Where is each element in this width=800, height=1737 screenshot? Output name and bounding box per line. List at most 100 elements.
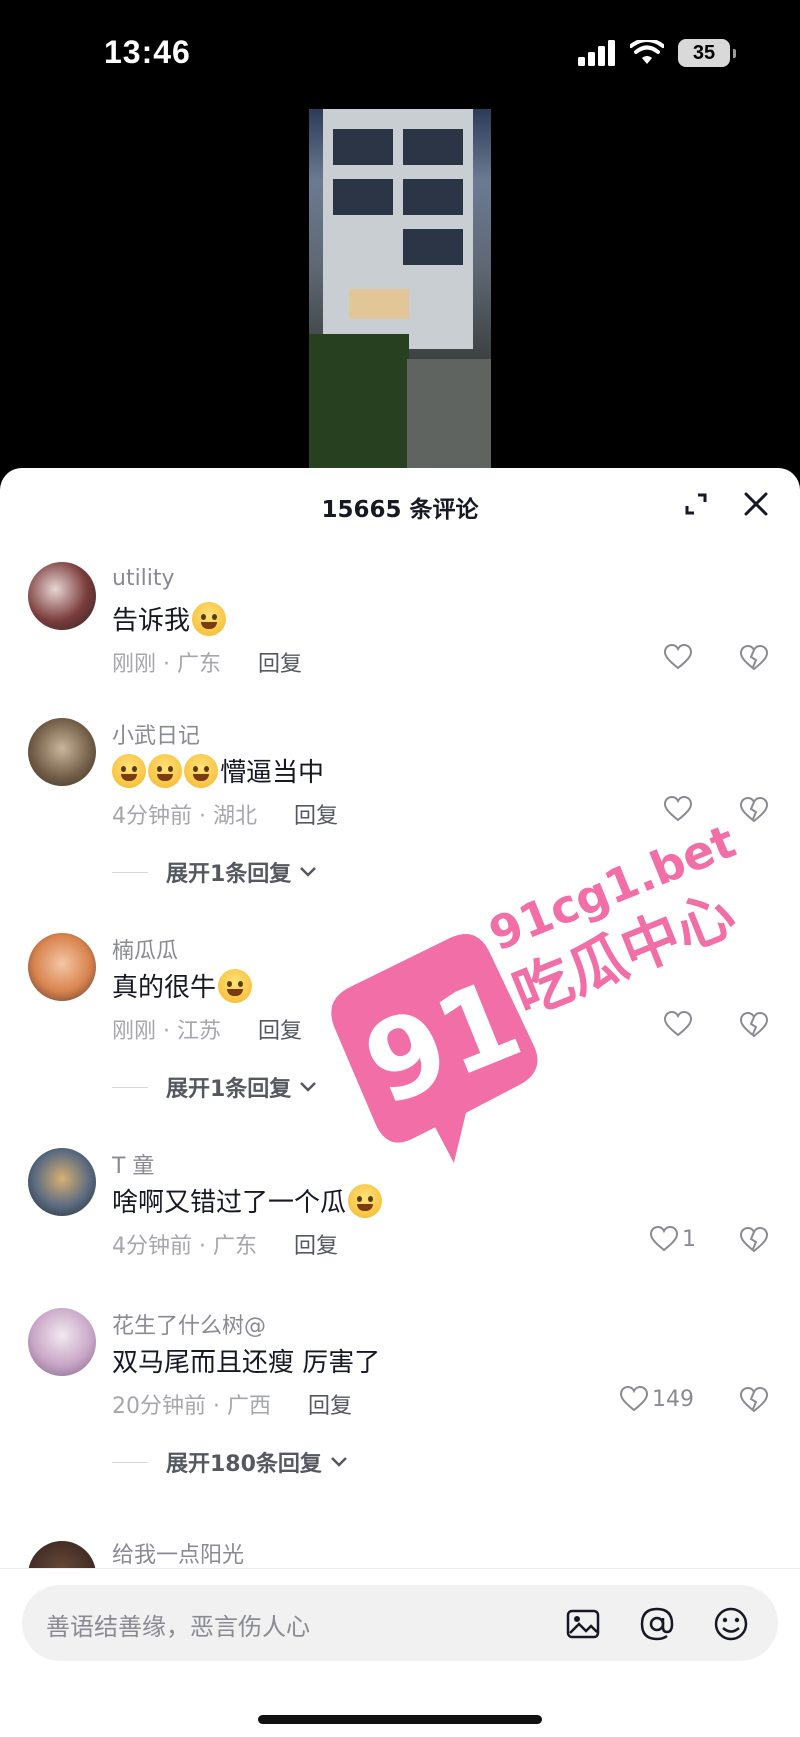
- comment-username[interactable]: utility: [112, 566, 175, 591]
- comment-text: 懵逼当中: [112, 752, 324, 789]
- dislike-icon[interactable]: [740, 796, 768, 824]
- chevron-down-icon: [331, 1457, 347, 1467]
- image-icon[interactable]: [564, 1605, 602, 1643]
- expand-replies-label: 展开180条回复: [166, 1452, 322, 1477]
- comment-item: 楠瓜瓜 真的很牛 刚刚 · 江苏 回复 展开1条回复: [0, 923, 800, 1103]
- like-count: 149: [652, 1386, 694, 1412]
- status-time: 13:46: [104, 34, 191, 70]
- like-button[interactable]: 1: [650, 1226, 696, 1252]
- like-button[interactable]: [664, 1011, 692, 1037]
- comment-text-content: 懵逼当中: [220, 758, 325, 788]
- like-button[interactable]: [664, 644, 692, 670]
- video-window: [333, 129, 393, 165]
- video-hedge: [309, 334, 409, 469]
- dislike-icon[interactable]: [740, 1011, 768, 1039]
- crying-face-emoji-icon: [348, 1183, 383, 1218]
- comment-username[interactable]: 楠瓜瓜: [112, 933, 178, 965]
- comment-meta: 4分钟前 · 广东 回复: [112, 1228, 338, 1260]
- reply-button[interactable]: 回复: [258, 1019, 302, 1044]
- status-icons: 35: [578, 38, 736, 68]
- fullscreen-icon[interactable]: [680, 488, 712, 520]
- avatar[interactable]: [28, 1148, 96, 1216]
- video-frame[interactable]: [309, 109, 491, 469]
- comment-input-bar: 善语结善缘，恶言伤人心: [0, 1568, 800, 1737]
- comment-time-location: 4分钟前 · 湖北: [112, 804, 257, 829]
- comment-text: 真的很牛: [112, 967, 253, 1004]
- comment-sheet: 15665 条评论 utility 告诉我 刚刚 · 广东 回复 小武日记 懵逼…: [0, 468, 800, 1736]
- comment-meta: 刚刚 · 广东 回复: [112, 646, 302, 678]
- wifi-icon: [630, 40, 664, 64]
- comment-text: 告诉我: [112, 600, 227, 637]
- dislike-icon[interactable]: [740, 1226, 768, 1254]
- reply-button[interactable]: 回复: [294, 804, 338, 829]
- comment-time-location: 20分钟前 · 广西: [112, 1394, 271, 1419]
- chevron-down-icon: [300, 867, 317, 877]
- signal-icon: [578, 40, 615, 66]
- comment-text: 啥啊又错过了一个瓜: [112, 1182, 383, 1219]
- expand-replies-button[interactable]: 展开1条回复: [112, 856, 317, 888]
- expand-replies-label: 展开1条回复: [166, 862, 292, 887]
- comment-meta: 刚刚 · 江苏 回复: [112, 1013, 302, 1045]
- like-button[interactable]: [664, 796, 692, 822]
- status-bar: 13:46 35: [0, 0, 800, 100]
- comment-username[interactable]: 花生了什么树@: [112, 1308, 266, 1340]
- video-window: [403, 229, 463, 265]
- comment-input[interactable]: 善语结善缘，恶言伤人心: [22, 1585, 778, 1661]
- emoji-icon[interactable]: [712, 1605, 750, 1643]
- grin-sweat-emoji-icon: [192, 601, 227, 636]
- comment-item: 小武日记 懵逼当中 4分钟前 · 湖北 回复 展开1条回复: [0, 708, 800, 888]
- video-window: [403, 179, 463, 215]
- comment-time-location: 刚刚 · 广东: [112, 652, 221, 677]
- reply-button[interactable]: 回复: [294, 1234, 338, 1259]
- comment-time-location: 4分钟前 · 广东: [112, 1234, 257, 1259]
- comment-item: utility 告诉我 刚刚 · 广东 回复: [0, 548, 800, 688]
- close-icon[interactable]: [740, 488, 772, 520]
- battery-icon: 35: [678, 39, 736, 67]
- comment-text-content: 告诉我: [112, 606, 191, 636]
- heart-icon: [650, 1226, 678, 1252]
- avatar[interactable]: [28, 562, 96, 630]
- expand-replies-button[interactable]: 展开180条回复: [112, 1446, 348, 1478]
- comment-time-location: 刚刚 · 江苏: [112, 1019, 221, 1044]
- reply-button[interactable]: 回复: [258, 652, 302, 677]
- comment-item: 花生了什么树@ 双马尾而且还瘦 厉害了 20分钟前 · 广西 回复 149 展开…: [0, 1298, 800, 1478]
- comment-username[interactable]: 小武日记: [112, 718, 200, 750]
- comment-text: 双马尾而且还瘦 厉害了: [112, 1342, 380, 1379]
- dislike-icon[interactable]: [740, 1386, 768, 1414]
- avatar[interactable]: [28, 933, 96, 1001]
- divider: [112, 1461, 148, 1463]
- dizzy-face-emoji-icon: [148, 753, 182, 788]
- heart-icon: [664, 796, 692, 822]
- mention-icon[interactable]: [638, 1605, 676, 1643]
- dizzy-face-emoji-icon: [112, 753, 146, 788]
- comment-meta: 4分钟前 · 湖北 回复: [112, 798, 338, 830]
- reply-button[interactable]: 回复: [308, 1394, 352, 1419]
- comment-input-placeholder: 善语结善缘，恶言伤人心: [46, 1613, 310, 1641]
- divider: [112, 871, 148, 873]
- expand-replies-label: 展开1条回复: [166, 1077, 292, 1102]
- comment-item: T 童 啥啊又错过了一个瓜 4分钟前 · 广东 回复 1: [0, 1138, 800, 1278]
- expand-replies-button[interactable]: 展开1条回复: [112, 1071, 317, 1103]
- comment-text-content: 双马尾而且还瘦 厉害了: [112, 1348, 381, 1378]
- comment-username[interactable]: T 童: [112, 1148, 154, 1180]
- avatar[interactable]: [28, 1308, 96, 1376]
- video-window: [403, 129, 463, 165]
- avatar[interactable]: [28, 718, 96, 786]
- video-light: [349, 289, 409, 319]
- video-window: [333, 179, 393, 215]
- comment-meta: 20分钟前 · 广西 回复: [112, 1388, 352, 1420]
- home-indicator[interactable]: [258, 1715, 542, 1724]
- comment-username[interactable]: 给我一点阳光: [112, 1537, 244, 1569]
- heart-icon: [664, 1011, 692, 1037]
- pleading-face-emoji-icon: [218, 968, 253, 1003]
- chevron-down-icon: [300, 1082, 317, 1092]
- dislike-icon[interactable]: [740, 644, 768, 672]
- like-count: 1: [682, 1226, 696, 1252]
- like-button[interactable]: 149: [620, 1386, 694, 1412]
- video-path: [407, 359, 491, 469]
- dizzy-face-emoji-icon: [184, 753, 218, 788]
- comment-item: 给我一点阳光: [0, 1531, 800, 1609]
- heart-icon: [664, 644, 692, 670]
- sheet-header: 15665 条评论: [0, 468, 800, 538]
- comment-text-content: 真的很牛: [112, 973, 217, 1003]
